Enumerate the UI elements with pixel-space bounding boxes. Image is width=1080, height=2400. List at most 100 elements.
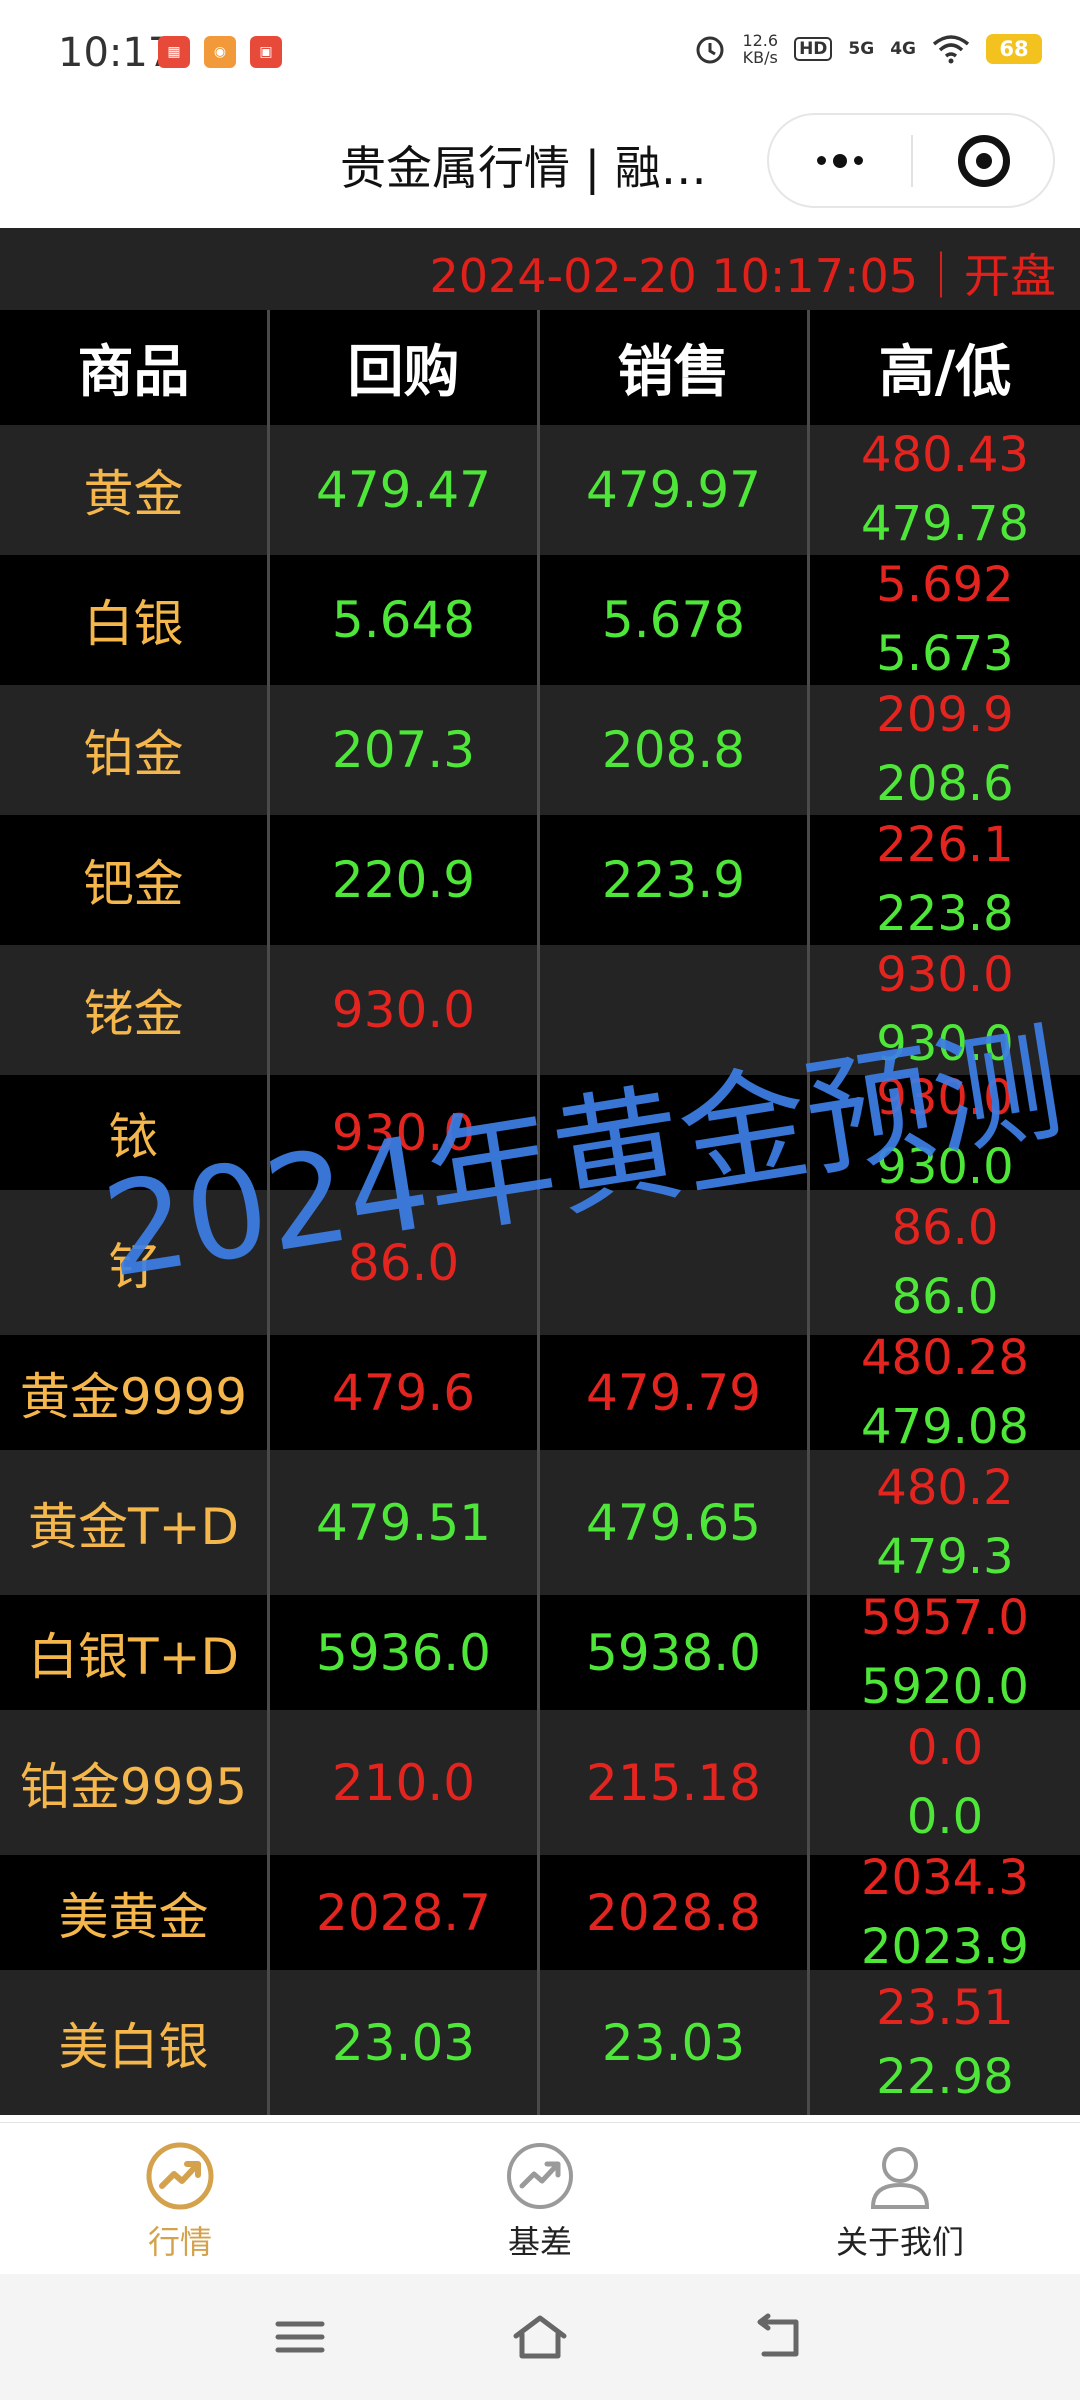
high-price: 480.28: [861, 1329, 1029, 1386]
high-price: 23.51: [876, 1979, 1014, 2036]
high-price: 86.0: [891, 1199, 999, 1256]
notification-icons: ▦ ◉ ▣: [158, 36, 282, 68]
high-price: 0.0: [906, 1719, 984, 1776]
app-notification-icon: ▦: [158, 36, 190, 68]
table-row: 美白银 23.03 23.03 23.51 22.98: [0, 1970, 1080, 2115]
status-indicators: 12.6 KB/s HD 5G 4G 68: [694, 32, 1042, 66]
buyback-price: 23.03: [270, 1970, 540, 2115]
high-price: 480.43: [861, 427, 1029, 483]
sell-price: 5938.0: [540, 1595, 810, 1710]
tab-label: 关于我们: [835, 2223, 964, 2261]
buyback-price: 207.3: [270, 685, 540, 815]
high-low-cell: 480.43 479.78: [810, 425, 1080, 555]
buyback-price: 5.648: [270, 555, 540, 685]
tab-market[interactable]: 行情: [80, 2141, 280, 2263]
network-speed: 12.6 KB/s: [742, 31, 779, 67]
buyback-price: 479.51: [270, 1450, 540, 1595]
tab-label: 行情: [147, 2223, 212, 2261]
tab-about-us[interactable]: 关于我们: [800, 2141, 1000, 2263]
product-name: 白银T+D: [0, 1595, 270, 1710]
high-low-cell: 2034.3 2023.9: [810, 1850, 1080, 1975]
sell-price: 5.678: [540, 555, 810, 685]
user-icon: [870, 2147, 930, 2209]
high-price: 209.9: [876, 687, 1014, 743]
header-buyback: 回购: [270, 310, 540, 425]
low-price: 223.8: [876, 886, 1014, 942]
tab-basis[interactable]: 基差: [440, 2141, 640, 2263]
alarm-icon: [696, 36, 724, 64]
more-button[interactable]: [769, 115, 911, 206]
mini-program-capsule: [767, 113, 1055, 208]
low-price: 22.98: [876, 2048, 1014, 2105]
high-low-cell: 226.1 223.8: [810, 815, 1080, 945]
high-low-cell: 480.28 479.08: [810, 1330, 1080, 1455]
product-name: 黄金: [0, 425, 270, 555]
buyback-price: 220.9: [270, 815, 540, 945]
product-name: 铂金9995: [0, 1710, 270, 1855]
high-price: 5957.0: [861, 1589, 1029, 1646]
header-high-low: 高/低: [878, 340, 1012, 405]
high-low-cell: 5.692 5.673: [810, 555, 1080, 685]
product-name: 美白银: [0, 1970, 270, 2115]
back-icon[interactable]: [750, 2312, 810, 2362]
status-time: 10:17: [58, 30, 174, 76]
product-name: 铑金: [0, 945, 270, 1075]
high-low-cell: 23.51 22.98: [810, 1970, 1080, 2115]
high-low-cell: 209.9 208.6: [810, 685, 1080, 815]
more-dot-icon: [854, 156, 863, 165]
table-row: 黄金T+D 479.51 479.65 480.2 479.3: [0, 1450, 1080, 1595]
sell-price: 479.79: [540, 1335, 810, 1450]
sell-price: 215.18: [540, 1710, 810, 1855]
hd-badge: HD: [794, 37, 833, 61]
close-target-icon: [958, 134, 1010, 187]
buyback-price: 479.47: [270, 425, 540, 555]
product-name: 白银: [0, 555, 270, 685]
app-notification-icon: ◉: [204, 36, 236, 68]
page-title: 贵金属行情 | 融…: [340, 141, 707, 195]
bottom-tab-bar: 行情 基差 关于我们: [0, 2122, 1080, 2274]
table-row: 黄金9999 479.6 479.79 480.28 479.08: [0, 1330, 1080, 1455]
sell-price: 223.9: [540, 815, 810, 945]
header-sell: 销售: [540, 310, 810, 425]
high-price: 480.2: [876, 1459, 1014, 1516]
sell-price: 479.97: [540, 425, 810, 555]
sell-price: 2028.8: [540, 1855, 810, 1970]
app-notification-icon: ▣: [250, 36, 282, 68]
header-product: 商品: [0, 310, 270, 425]
buyback-price: 479.6: [270, 1335, 540, 1450]
table-row: 钯金 220.9 223.9 226.1 223.8: [0, 815, 1080, 945]
system-nav-bar: [0, 2274, 1080, 2400]
product-name: 黄金T+D: [0, 1450, 270, 1595]
close-button[interactable]: [913, 115, 1055, 206]
product-name: 钯金: [0, 815, 270, 945]
title-bar: 贵金属行情 | 融…: [0, 110, 1080, 228]
table-row: 黄金 479.47 479.97 480.43 479.78: [0, 425, 1080, 555]
status-bar: 10:17 ▦ ◉ ▣ 12.6 KB/s HD 5G 4G 68: [0, 0, 1080, 110]
high-price: 2034.3: [861, 1849, 1029, 1906]
menu-icon[interactable]: [270, 2312, 330, 2362]
product-name: 美黄金: [0, 1855, 270, 1970]
table-row: 白银T+D 5936.0 5938.0 5957.0 5920.0: [0, 1590, 1080, 1715]
table-row: 铂金9995 210.0 215.18 0.0 0.0: [0, 1710, 1080, 1855]
timestamp-bar: 2024-02-20 10:17:05｜开盘: [0, 228, 1080, 310]
high-low-cell: 0.0 0.0: [810, 1710, 1080, 1855]
more-dot-icon: [833, 153, 847, 168]
product-name: 黄金9999: [0, 1335, 270, 1450]
high-low-cell: 86.0 86.0: [810, 1190, 1080, 1335]
table-row: 白银 5.648 5.678 5.692 5.673: [0, 555, 1080, 685]
sell-price: 23.03: [540, 1970, 810, 2115]
more-dot-icon: [817, 156, 826, 165]
low-price: 208.6: [876, 756, 1014, 812]
table-header: 商品 回购 销售 高/低: [0, 310, 1080, 425]
signal-4g-icon: 4G: [890, 39, 916, 59]
trend-chart-icon: [146, 2142, 214, 2210]
home-icon[interactable]: [510, 2312, 570, 2362]
table-row: 铂金 207.3 208.8 209.9 208.6: [0, 685, 1080, 815]
wifi-icon: [932, 35, 970, 64]
tab-label: 基差: [507, 2223, 572, 2261]
low-price: 5.673: [876, 626, 1014, 682]
low-price: 479.78: [861, 496, 1029, 552]
table-row: 美黄金 2028.7 2028.8 2034.3 2023.9: [0, 1850, 1080, 1975]
sell-price: 479.65: [540, 1450, 810, 1595]
signal-5g-icon: 5G: [848, 39, 875, 59]
